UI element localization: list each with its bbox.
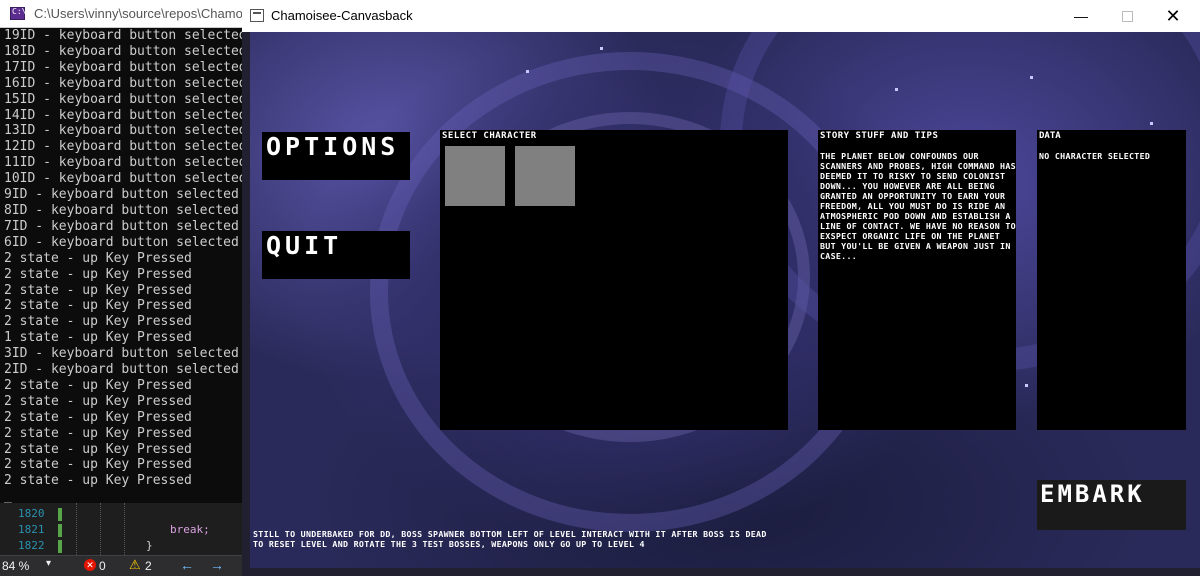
- story-panel: STORY STUFF AND TIPS THE PLANET BELOW CO…: [818, 130, 1016, 430]
- indent-guide: [76, 503, 77, 555]
- console-line: 2 state - up Key Pressed: [4, 473, 192, 489]
- console-line: 2ID - keyboard button selected: [4, 362, 239, 378]
- story-title: STORY STUFF AND TIPS: [820, 131, 939, 141]
- window-app-icon: [250, 9, 264, 22]
- data-panel: DATA NO CHARACTER SELECTED: [1037, 130, 1186, 430]
- window-title: Chamoisee-Canvasback: [271, 8, 413, 23]
- indent-guide: [124, 503, 125, 555]
- star: [1150, 122, 1153, 125]
- error-icon[interactable]: ✕: [84, 559, 96, 571]
- line-number: 1820: [18, 507, 45, 520]
- character-slot-2[interactable]: [515, 146, 575, 206]
- status-bar: 84 % ▾ ✕ 0 ⚠ 2 ← →: [0, 555, 242, 576]
- options-label: OPTIONS: [266, 132, 400, 161]
- star: [1025, 384, 1028, 387]
- console-line: 9ID - keyboard button selected: [4, 187, 239, 203]
- console-line: 2 state - up Key Pressed: [4, 250, 192, 266]
- warning-icon[interactable]: ⚠: [129, 557, 141, 573]
- code-editor[interactable]: 1820 1821 1822 break; }: [0, 503, 242, 555]
- change-marker: [58, 524, 62, 537]
- console-title: C:\Users\vinny\source\repos\Chamoisee: [34, 6, 267, 21]
- console-line: 2 state - up Key Pressed: [4, 266, 192, 282]
- change-marker: [58, 508, 62, 521]
- navigate-back-icon[interactable]: ←: [180, 557, 194, 573]
- console-output: 19ID - keyboard button selected 18ID - ke…: [4, 28, 250, 505]
- console-line: 2 state - up Key Pressed: [4, 441, 192, 457]
- console-app-icon: [10, 7, 26, 20]
- embark-label: EMBARK: [1040, 480, 1145, 508]
- console-line: 3ID - keyboard button selected: [4, 346, 239, 362]
- indent-guide: [100, 503, 101, 555]
- dev-notes: STILL TO UNDERBAKED FOR DD, BOSS SPAWNER…: [253, 529, 767, 549]
- character-slot-1[interactable]: [445, 146, 505, 206]
- console-line: 2 state - up Key Pressed: [4, 457, 192, 473]
- console-titlebar[interactable]: C:\Users\vinny\source\repos\Chamoisee: [0, 0, 267, 28]
- minimize-button[interactable]: —: [1058, 0, 1104, 32]
- console-line: 2 state - up Key Pressed: [4, 282, 192, 298]
- story-text: THE PLANET BELOW CONFOUNDS OUR SCANNERS …: [820, 151, 1016, 261]
- warning-count[interactable]: 2: [145, 559, 152, 573]
- console-window: C:\Users\vinny\source\repos\Chamoisee 19…: [0, 0, 267, 576]
- game-canvas[interactable]: OPTIONS QUIT SELECT CHARACTER STORY STUF…: [250, 32, 1200, 568]
- console-line: 11ID - keyboard button selected: [4, 155, 247, 171]
- select-character-title: SELECT CHARACTER: [442, 131, 537, 141]
- console-line: 2 state - up Key Pressed: [4, 377, 192, 393]
- navigate-forward-icon[interactable]: →: [210, 557, 224, 573]
- console-line: 14ID - keyboard button selected: [4, 107, 247, 123]
- maximize-button[interactable]: [1104, 0, 1150, 32]
- data-status: NO CHARACTER SELECTED: [1039, 151, 1151, 161]
- embark-button[interactable]: EMBARK: [1037, 480, 1186, 530]
- quit-button[interactable]: QUIT: [262, 231, 410, 279]
- line-number: 1822: [18, 539, 45, 552]
- star: [526, 70, 529, 73]
- console-line: 6ID - keyboard button selected: [4, 234, 239, 250]
- console-line: 17ID - keyboard button selected: [4, 59, 247, 75]
- close-button[interactable]: ✕: [1150, 0, 1196, 32]
- change-marker: [58, 540, 62, 553]
- console-line: 13ID - keyboard button selected: [4, 123, 247, 139]
- quit-label: QUIT: [266, 231, 343, 260]
- console-line: 7ID - keyboard button selected: [4, 218, 239, 234]
- console-line: 12ID - keyboard button selected: [4, 139, 247, 155]
- game-titlebar[interactable]: Chamoisee-Canvasback — ✕: [242, 0, 1200, 32]
- error-count[interactable]: 0: [99, 559, 106, 573]
- star: [895, 88, 898, 91]
- console-line: 19ID - keyboard button selected: [4, 28, 247, 43]
- console-line: 2 state - up Key Pressed: [4, 409, 192, 425]
- select-character-panel: SELECT CHARACTER: [440, 130, 788, 430]
- data-title: DATA: [1039, 131, 1061, 141]
- line-number: 1821: [18, 523, 45, 536]
- chevron-down-icon[interactable]: ▾: [46, 558, 51, 569]
- console-line: 15ID - keyboard button selected: [4, 91, 247, 107]
- console-line: 2 state - up Key Pressed: [4, 393, 192, 409]
- star: [600, 47, 603, 50]
- console-line: 2 state - up Key Pressed: [4, 298, 192, 314]
- console-line: 2 state - up Key Pressed: [4, 314, 192, 330]
- zoom-level[interactable]: 84 %: [2, 559, 29, 573]
- console-line: 2 state - up Key Pressed: [4, 425, 192, 441]
- console-line: 1 state - up Key Pressed: [4, 330, 192, 346]
- star: [1030, 76, 1033, 79]
- console-line: 8ID - keyboard button selected: [4, 202, 239, 218]
- game-window: Chamoisee-Canvasback — ✕ OPTIONS QUIT SE…: [242, 0, 1200, 576]
- console-line: 18ID - keyboard button selected: [4, 43, 247, 59]
- options-button[interactable]: OPTIONS: [262, 132, 410, 180]
- code-break-statement: break;: [170, 523, 210, 536]
- console-line: 16ID - keyboard button selected: [4, 75, 247, 91]
- console-line: 10ID - keyboard button selected: [4, 171, 247, 187]
- code-closing-brace: }: [146, 539, 153, 552]
